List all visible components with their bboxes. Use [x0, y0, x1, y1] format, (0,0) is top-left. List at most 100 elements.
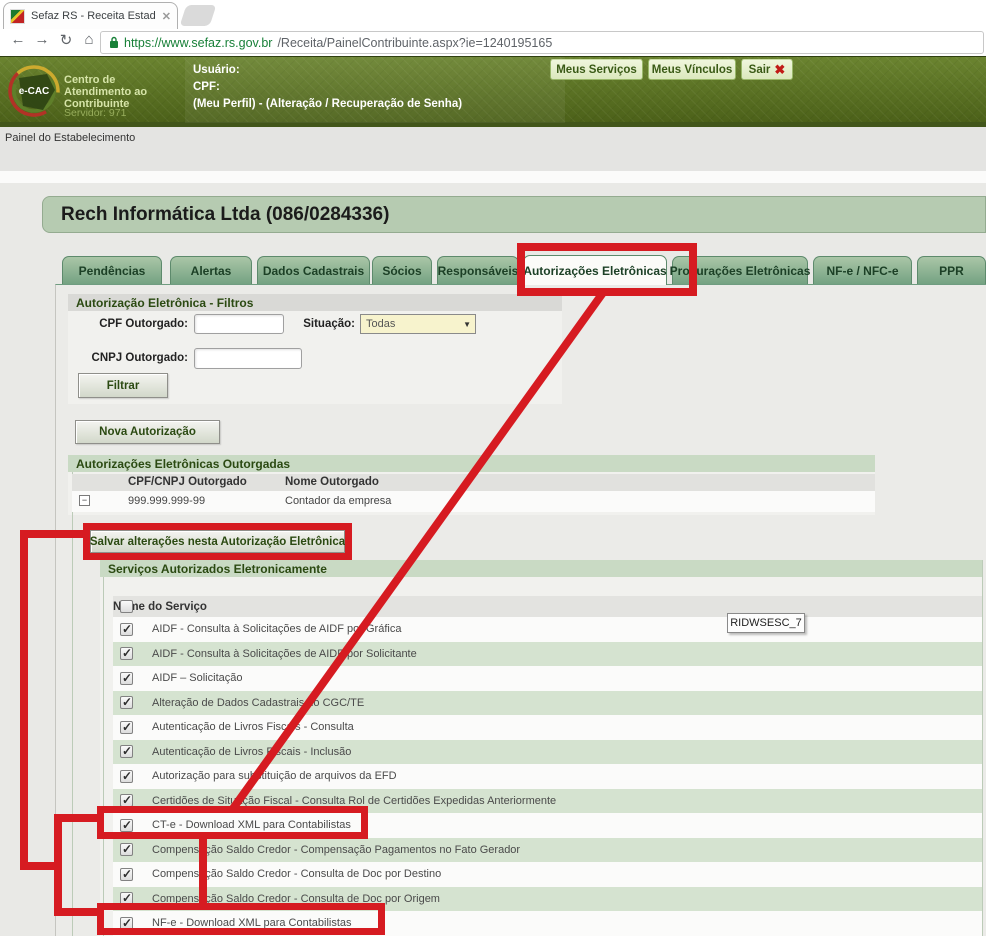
col-cpf-cnpj-outorgado: CPF/CNPJ Outorgado: [128, 476, 247, 488]
service-label: AIDF - Consulta à Solicitações de AIDF p…: [152, 648, 417, 660]
service-row[interactable]: AIDF – Solicitação: [113, 666, 982, 691]
service-label: Autenticação de Livros Fiscais - Consult…: [152, 721, 354, 733]
new-tab-button[interactable]: [180, 5, 217, 26]
screen: Sefaz RS - Receita Estadua ✕ ← → ↻ ⌂ htt…: [0, 0, 986, 936]
service-row[interactable]: AIDF - Consulta à Solicitações de AIDF p…: [113, 642, 982, 667]
ecac-logo-icon: e-CAC: [7, 60, 65, 122]
outorgada-nome: Contador da empresa: [285, 495, 391, 507]
service-label: Autorização para substituição de arquivo…: [152, 770, 397, 782]
service-label: AIDF – Solicitação: [152, 672, 242, 684]
service-checkbox[interactable]: [120, 745, 133, 758]
service-row[interactable]: Compensação Saldo Credor - Compensação P…: [113, 838, 982, 863]
cpf-label: CPF:: [193, 81, 220, 93]
servidor-label: Servidor: 971: [64, 107, 126, 119]
url-secure-part: https://www.sefaz.rs.gov.br: [124, 36, 272, 50]
reload-icon[interactable]: ↻: [56, 31, 76, 49]
cnpj-outorgado-input[interactable]: [194, 348, 302, 369]
meus-vinculos-label: Meus Vínculos: [652, 64, 733, 76]
meus-servicos-button[interactable]: Meus Serviços: [550, 59, 643, 80]
breadcrumb[interactable]: Painel do Estabelecimento: [5, 132, 135, 144]
url-path-part: /Receita/PainelContribuinte.aspx?ie=1240…: [277, 36, 552, 50]
home-icon[interactable]: ⌂: [79, 31, 99, 48]
user-panel: Usuário: CPF: (Meu Perfil) - (Alteração …: [185, 57, 565, 123]
usuario-label: Usuário:: [193, 64, 240, 76]
outorgada-cpf: 999.999.999-99: [128, 495, 205, 507]
outorgada-row[interactable]: − 999.999.999-99 Contador da empresa: [72, 491, 875, 512]
browser-tab-title: Sefaz RS - Receita Estadua: [31, 10, 156, 22]
meus-servicos-label: Meus Serviços: [556, 64, 637, 76]
tab-close-icon[interactable]: ✕: [162, 10, 171, 23]
service-checkbox[interactable]: [120, 696, 133, 709]
nova-autorizacao-button[interactable]: Nova Autorização: [75, 420, 220, 444]
forward-icon[interactable]: →: [32, 31, 52, 48]
site-header: e-CAC Centro de Atendimento ao Contribui…: [0, 56, 986, 127]
service-checkbox[interactable]: [120, 721, 133, 734]
service-row[interactable]: Autenticação de Livros Fiscais - Consult…: [113, 715, 982, 740]
sair-label: Sair: [749, 64, 771, 76]
servicos-rows: AIDF - Consulta à Solicitações de AIDF p…: [113, 617, 982, 936]
annotation-connector-line: [199, 838, 207, 904]
filtros-section-title: Autorização Eletrônica - Filtros: [68, 294, 562, 311]
service-row[interactable]: AIDF - Consulta à Solicitações de AIDF p…: [113, 617, 982, 642]
service-checkbox[interactable]: [120, 770, 133, 783]
select-all-checkbox[interactable]: [120, 600, 133, 613]
fieldset-border-line: [982, 560, 983, 936]
tab-socios[interactable]: Sócios: [372, 256, 432, 284]
annotation-box-salvar: [83, 523, 352, 560]
cpf-outorgado-label: CPF Outorgado:: [60, 318, 188, 330]
annotation-bracket-segment: [54, 814, 62, 916]
tab-responsaveis[interactable]: Responsáveis: [437, 256, 519, 284]
sair-x-icon: ✖: [774, 62, 785, 78]
tab-dados-cadastrais[interactable]: Dados Cadastrais: [257, 256, 370, 284]
browser-toolbar: ← → ↻ ⌂ https://www.sefaz.rs.gov.br /Rec…: [0, 29, 986, 56]
service-row[interactable]: Autorização para substituição de arquivo…: [113, 764, 982, 789]
service-row[interactable]: Compensação Saldo Credor - Consulta de D…: [113, 862, 982, 887]
collapse-row-icon[interactable]: −: [79, 495, 90, 506]
service-row[interactable]: Autenticação de Livros Fiscais - Inclusã…: [113, 740, 982, 765]
meus-vinculos-button[interactable]: Meus Vínculos: [648, 59, 736, 80]
cnpj-outorgado-label: CNPJ Outorgado:: [60, 352, 188, 364]
divider-strip: [0, 171, 986, 183]
service-label: Compensação Saldo Credor - Consulta de D…: [152, 868, 441, 880]
service-checkbox[interactable]: [120, 647, 133, 660]
annotation-box-nfe: [97, 903, 385, 935]
tab-ppr[interactable]: PPR: [917, 256, 986, 284]
back-icon[interactable]: ←: [8, 31, 28, 48]
url-bar[interactable]: https://www.sefaz.rs.gov.br /Receita/Pai…: [100, 31, 984, 54]
annotation-box-cte: [97, 806, 368, 839]
service-label: Certidões de Situação Fiscal - Consulta …: [152, 795, 556, 807]
page-title: Rech Informática Ltda (086/0284336): [42, 196, 986, 233]
sefaz-favicon-icon: [10, 9, 25, 24]
annotation-box-active-tab: [517, 243, 697, 296]
tab-nfe-nfce[interactable]: NF-e / NFC-e: [813, 256, 912, 284]
service-label: Autenticação de Livros Fiscais - Inclusã…: [152, 746, 351, 758]
service-checkbox[interactable]: [120, 672, 133, 685]
service-checkbox[interactable]: [120, 868, 133, 881]
servicos-section-title: Serviços Autorizados Eletronicamente: [100, 560, 982, 577]
fieldset-border-line: [72, 455, 73, 936]
tooltip: RIDWSESC_7: [727, 613, 805, 633]
browser-tab[interactable]: Sefaz RS - Receita Estadua ✕: [3, 2, 178, 29]
tab-pendencias[interactable]: Pendências: [62, 256, 162, 284]
breadcrumb-bar: Painel do Estabelecimento: [0, 127, 986, 171]
sair-button[interactable]: Sair ✖: [741, 59, 793, 80]
service-checkbox[interactable]: [120, 623, 133, 636]
browser-tab-strip: Sefaz RS - Receita Estadua ✕: [0, 0, 986, 29]
tab-alertas[interactable]: Alertas: [170, 256, 252, 284]
chevron-down-icon: ▼: [463, 320, 471, 329]
situacao-select[interactable]: Todas ▼: [360, 314, 476, 334]
situacao-label: Situação:: [250, 318, 355, 330]
servicos-table-header: Nome do Serviço: [113, 596, 982, 617]
org-name: Centro de Atendimento ao Contribuinte: [64, 74, 184, 110]
service-row[interactable]: Alteração de Dados Cadastrais no CGC/TE: [113, 691, 982, 716]
filtrar-button[interactable]: Filtrar: [78, 373, 168, 398]
svg-text:e-CAC: e-CAC: [19, 86, 50, 97]
service-label: Alteração de Dados Cadastrais no CGC/TE: [152, 697, 364, 709]
annotation-bracket-segment: [54, 908, 98, 916]
annotation-bracket-segment: [20, 530, 28, 870]
fieldset-border-line: [103, 560, 104, 936]
padlock-icon: [109, 36, 119, 49]
service-checkbox[interactable]: [120, 843, 133, 856]
service-label: Compensação Saldo Credor - Compensação P…: [152, 844, 520, 856]
profile-links[interactable]: (Meu Perfil) - (Alteração / Recuperação …: [193, 98, 462, 110]
